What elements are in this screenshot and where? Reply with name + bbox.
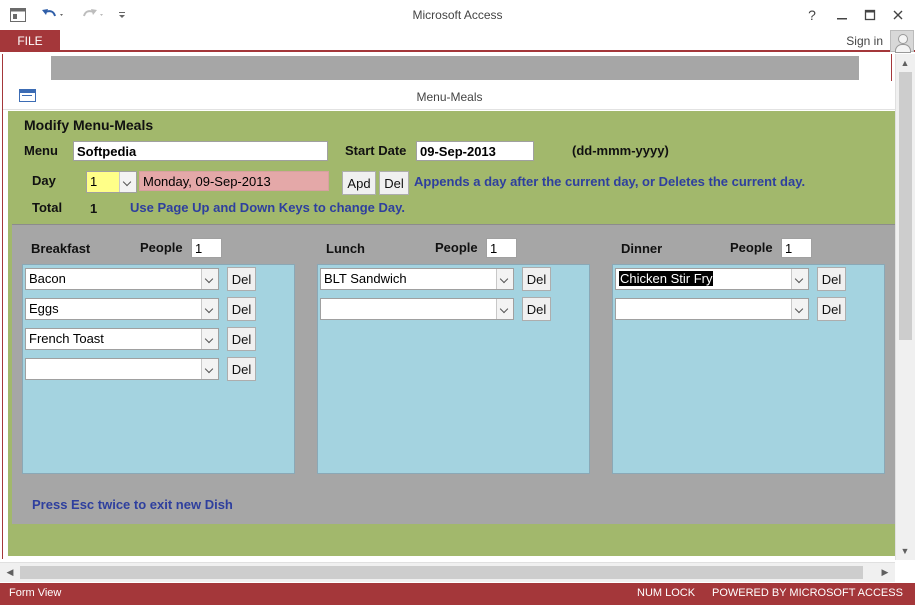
status-powered-by: POWERED BY MICROSOFT ACCESS [712, 587, 903, 599]
dish-del-button[interactable]: Del [522, 297, 551, 321]
document-tab-bar [2, 54, 892, 81]
ribbon-bar: FILE Sign in [0, 30, 915, 53]
scroll-thumb[interactable] [20, 566, 863, 579]
menu-input[interactable]: Softpedia [73, 141, 328, 161]
chevron-down-icon[interactable] [201, 269, 218, 289]
total-label: Total [32, 200, 63, 215]
dish-del-button[interactable]: Del [522, 267, 551, 291]
people-input-breakfast[interactable]: 1 [191, 238, 222, 258]
delete-day-button[interactable]: Del [379, 171, 409, 195]
dish-list-dinner [612, 264, 885, 474]
dish-combo-breakfast-2[interactable]: Eggs [25, 298, 219, 320]
tab-strip [51, 56, 859, 80]
user-avatar-icon[interactable] [890, 30, 914, 53]
people-input-lunch[interactable]: 1 [486, 238, 517, 258]
undo-icon[interactable] [38, 5, 68, 25]
dish-combo-lunch-2[interactable] [320, 298, 514, 320]
dish-del-button[interactable]: Del [227, 327, 256, 351]
day-combo-value: 1 [90, 174, 98, 189]
scroll-thumb[interactable] [899, 72, 912, 340]
people-label-lunch: People [435, 240, 478, 255]
day-combo[interactable]: 1 [86, 171, 137, 193]
dish-combo-breakfast-3[interactable]: French Toast [25, 328, 219, 350]
scroll-up-icon[interactable]: ▲ [898, 56, 912, 70]
dish-combo-dinner-2[interactable] [615, 298, 809, 320]
dish-combo-breakfast-4[interactable] [25, 358, 219, 380]
dish-list-lunch [317, 264, 590, 474]
window-title: Microsoft Access [412, 8, 503, 22]
form-heading: Modify Menu-Meals [24, 117, 154, 133]
dish-combo-value: French Toast [29, 331, 104, 346]
total-value: 1 [90, 201, 98, 216]
start-date-input[interactable]: 09-Sep-2013 [416, 141, 534, 161]
dish-del-button[interactable]: Del [227, 267, 256, 291]
chevron-down-icon[interactable] [201, 299, 218, 319]
dish-combo-value: BLT Sandwich [324, 271, 407, 286]
people-input-dinner[interactable]: 1 [781, 238, 812, 258]
dish-combo-breakfast-1[interactable]: Bacon [25, 268, 219, 290]
chevron-down-icon[interactable] [119, 172, 136, 192]
help-button[interactable]: ? [798, 4, 826, 26]
esc-hint: Press Esc twice to exit new Dish [32, 497, 233, 512]
dish-combo-dinner-1[interactable]: Chicken Stir Fry [615, 268, 809, 290]
status-numlock: NUM LOCK [637, 587, 696, 599]
maximize-button[interactable] [856, 4, 884, 26]
people-label-dinner: People [730, 240, 773, 255]
dish-del-button[interactable]: Del [817, 297, 846, 321]
chevron-down-icon[interactable] [791, 269, 808, 289]
redo-icon[interactable] [78, 5, 108, 25]
title-bar: Microsoft Access ? [0, 0, 915, 30]
meal-name-dinner: Dinner [621, 241, 663, 256]
chevron-down-icon[interactable] [201, 359, 218, 379]
file-tab[interactable]: FILE [0, 30, 60, 52]
vertical-scrollbar[interactable]: ▲ ▼ [895, 54, 915, 560]
append-day-button[interactable]: Apd [342, 171, 376, 195]
dish-del-button[interactable]: Del [227, 297, 256, 321]
append-hint: Appends a day after the current day, or … [414, 174, 806, 189]
page-keys-hint: Use Page Up and Down Keys to change Day. [130, 200, 405, 215]
dish-del-button[interactable]: Del [227, 357, 256, 381]
date-format-hint: (dd-mmm-yyyy) [572, 143, 669, 158]
dish-combo-value: Bacon [29, 271, 66, 286]
sign-in-link[interactable]: Sign in [846, 34, 883, 48]
status-bar: Form View NUM LOCK POWERED BY MICROSOFT … [0, 583, 915, 605]
access-app-icon[interactable] [8, 5, 28, 25]
chevron-down-icon[interactable] [496, 269, 513, 289]
status-view: Form View [9, 587, 62, 599]
start-date-label: Start Date [345, 143, 407, 158]
minimize-button[interactable] [828, 4, 856, 26]
close-button[interactable] [884, 4, 912, 26]
chevron-down-icon[interactable] [496, 299, 513, 319]
form-header: Menu-Meals [3, 81, 896, 110]
scroll-left-icon[interactable]: ◀ [3, 565, 17, 579]
scroll-right-icon[interactable]: ▶ [878, 565, 892, 579]
meal-name-breakfast: Breakfast [31, 241, 91, 256]
people-label-breakfast: People [140, 240, 183, 255]
form-window-title: Menu-Meals [416, 90, 483, 104]
chevron-down-icon[interactable] [201, 329, 218, 349]
scroll-down-icon[interactable]: ▼ [898, 544, 912, 558]
dish-combo-lunch-1[interactable]: BLT Sandwich [320, 268, 514, 290]
day-date-field: Monday, 09-Sep-2013 [139, 171, 329, 191]
day-label: Day [32, 173, 56, 188]
dish-combo-value: Eggs [29, 301, 59, 316]
meal-name-lunch: Lunch [326, 241, 365, 256]
dish-del-button[interactable]: Del [817, 267, 846, 291]
customize-toolbar-icon[interactable] [114, 5, 130, 25]
document-tab[interactable] [5, 56, 51, 80]
menu-label: Menu [24, 143, 58, 158]
chevron-down-icon[interactable] [791, 299, 808, 319]
horizontal-scrollbar[interactable]: ◀ ▶ [0, 562, 895, 582]
dish-combo-value: Chicken Stir Fry [619, 271, 714, 286]
